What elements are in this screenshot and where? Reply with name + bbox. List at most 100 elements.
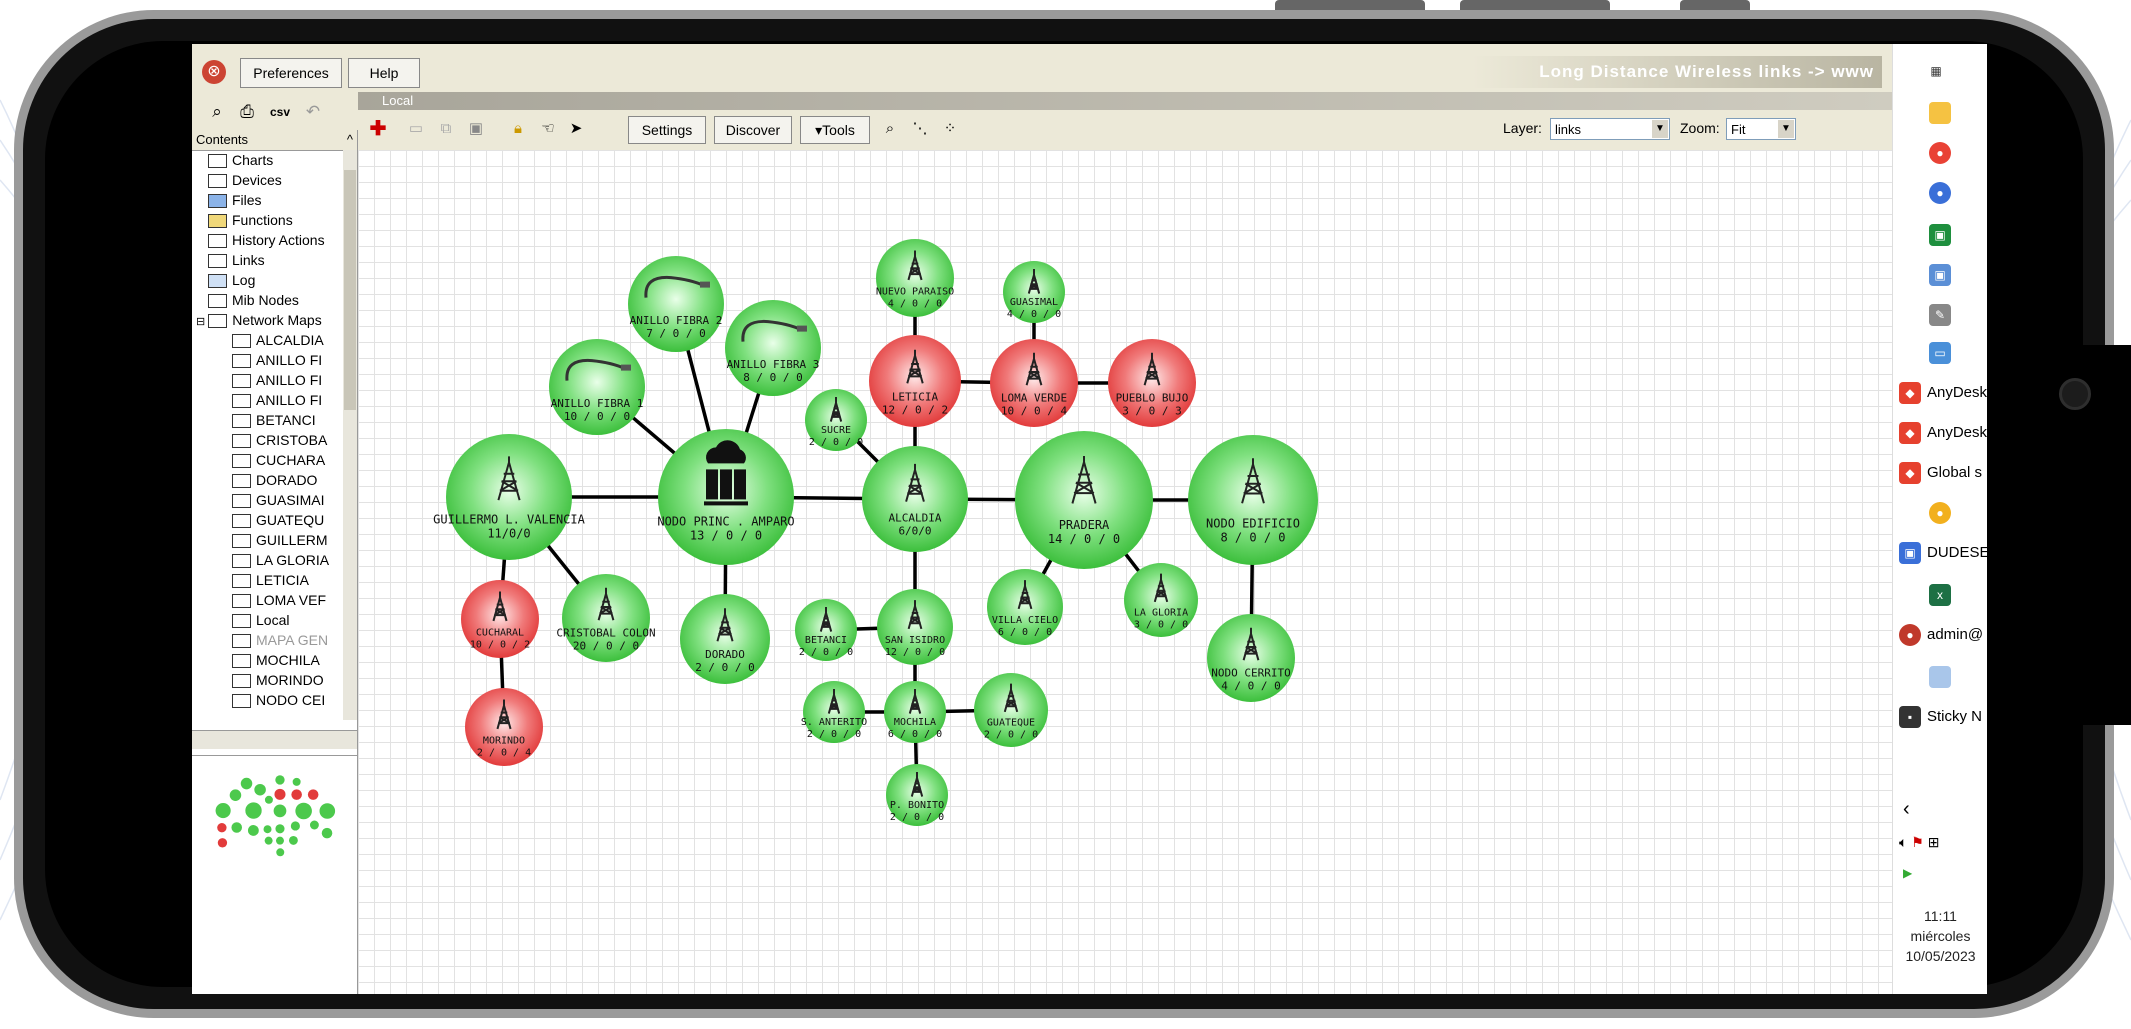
node-circle[interactable] [446, 434, 572, 560]
map-node-cerrito[interactable]: NODO CERRITO4 / 0 / 0 [1207, 614, 1295, 702]
app-icon[interactable]: ▣ [1893, 224, 1987, 246]
map-node-sucre[interactable]: SUCRE2 / 0 / 0 [805, 389, 867, 451]
layer-select[interactable]: links ▼ [1550, 118, 1670, 140]
map-node-pradera[interactable]: PRADERA14 / 0 / 0 [1015, 431, 1153, 569]
chevron-left-icon[interactable]: ‹ [1893, 798, 1987, 821]
lock-icon[interactable]: 🔒︎ [506, 118, 530, 140]
tree-item-log[interactable]: Log [192, 270, 342, 290]
print-icon[interactable]: ⎙ [234, 100, 260, 124]
tree-map-item[interactable]: GUILLERM [192, 530, 342, 550]
tree-map-item-local[interactable]: Local [192, 610, 342, 630]
tree-map-item[interactable]: LOMA VEF [192, 590, 342, 610]
map-node-anillo2[interactable]: ANILLO FIBRA 27 / 0 / 0 [628, 256, 724, 352]
map-node-villa[interactable]: VILLA CIELO6 / 0 / 0 [987, 569, 1063, 645]
map-node-morindo[interactable]: MORINDO2 / 0 / 4 [465, 688, 543, 766]
network-map-canvas[interactable]: NODO PRINC . AMPARO 13 / 0 / 0 GUILLERMO L… [358, 150, 1892, 994]
network-tray-icon[interactable]: ⊞ [1928, 834, 1940, 850]
map-node-cristobal[interactable]: CRISTOBAL COLON20 / 0 / 0 [556, 574, 656, 662]
flag-icon[interactable]: ⚑ [1911, 834, 1924, 850]
node-circle[interactable] [1015, 431, 1153, 569]
map-node-anterito[interactable]: S. ANTERITO2 / 0 / 0 [801, 681, 867, 743]
tree-item-links[interactable]: Links [192, 250, 342, 270]
map-node-mochila[interactable]: MOCHILA6 / 0 / 0 [884, 681, 946, 743]
expand-icon[interactable]: ⊟ [196, 316, 205, 328]
map-node-edificio[interactable]: NODO EDIFICIO8 / 0 / 0 [1188, 435, 1318, 565]
map-node-guateque[interactable]: GUATEQUE2 / 0 / 0 [974, 673, 1048, 747]
map-node-anillo1[interactable]: ANILLO FIBRA 110 / 0 / 0 [549, 339, 645, 435]
tree-item-charts[interactable]: Charts [192, 150, 342, 170]
browser-icon[interactable]: ● [1893, 182, 1987, 204]
chrome-icon[interactable]: ● [1893, 142, 1987, 164]
layout-icon[interactable]: ⋱ [908, 118, 932, 140]
preferences-button[interactable]: Preferences [240, 58, 342, 88]
excel-icon[interactable]: x [1893, 584, 1987, 606]
map-overview-minimap[interactable] [192, 755, 357, 866]
map-node-nodo-princ[interactable]: NODO PRINC . AMPARO13 / 0 / 0 [657, 429, 795, 565]
disconnect-icon[interactable]: ⊗ [202, 60, 226, 84]
tree-map-item[interactable]: DORADO [192, 470, 342, 490]
map-node-dorado[interactable]: DORADO2 / 0 / 0 [680, 594, 770, 684]
map-node-guasimal[interactable]: GUASIMAL4 / 0 / 0 [1003, 261, 1065, 323]
node-circle[interactable] [1188, 435, 1318, 565]
tree-map-item[interactable]: MOCHILA [192, 650, 342, 670]
discover-button[interactable]: Discover [714, 116, 792, 144]
paste-icon[interactable]: ▣ [464, 118, 488, 140]
map-node-gloria[interactable]: LA GLORIA3 / 0 / 0 [1124, 563, 1198, 637]
tree-map-item[interactable]: LA GLORIA [192, 550, 342, 570]
notepad-icon[interactable]: ✎ [1893, 304, 1987, 326]
binoculars-icon[interactable]: ⌕ [204, 100, 230, 124]
anydesk-task-1[interactable]: ◆ AnyDesk [1893, 382, 1987, 404]
global-task[interactable]: ◆ Global s [1893, 462, 1987, 484]
collapse-icon[interactable]: ^ [347, 130, 353, 150]
remove-icon[interactable]: ▭ [404, 118, 428, 140]
zoom-select[interactable]: Fit ▼ [1726, 118, 1796, 140]
tree-map-item[interactable]: NODO CEI [192, 690, 342, 710]
settings-button[interactable]: Settings [628, 116, 706, 144]
admin-task[interactable]: ● admin@ [1893, 624, 1987, 646]
tree-item-network-maps[interactable]: ⊟ Network Maps [192, 310, 342, 330]
tree-item-mib[interactable]: Mib Nodes [192, 290, 342, 310]
tree-map-item[interactable]: MAPA GEN [192, 630, 342, 650]
copy-icon[interactable]: ⧉ [434, 118, 458, 140]
map-node-guillermo[interactable]: GUILLERMO L. VALENCIA11/0/0 [433, 434, 586, 560]
chevron-down-icon[interactable]: ▼ [1652, 120, 1668, 138]
tree-map-item[interactable]: LETICIA [192, 570, 342, 590]
tree-map-item[interactable]: MORINDO [192, 670, 342, 690]
tree-map-item[interactable]: ANILLO FI [192, 370, 342, 390]
map-node-nuevo[interactable]: NUEVO PARAISO4 / 0 / 0 [876, 239, 954, 317]
tray-icons[interactable]: 🔈︎ ⚑ ⊞ [1893, 834, 1987, 851]
system-clock[interactable]: 11:11 miércoles 10/05/2023 [1893, 906, 1987, 966]
tree-map-item[interactable]: ANILLO FI [192, 390, 342, 410]
map-node-betanci[interactable]: BETANCI2 / 0 / 0 [795, 599, 857, 661]
undo-icon[interactable]: ↶ [300, 100, 326, 124]
windows-start-icon[interactable]: ▦ [1893, 62, 1987, 79]
scroll-thumb[interactable] [344, 170, 356, 410]
tree-item-files[interactable]: Files [192, 190, 342, 210]
network-icon[interactable]: ▣ [1893, 264, 1987, 286]
add-icon[interactable]: ✚ [366, 118, 390, 140]
tree-item-devices[interactable]: Devices [192, 170, 342, 190]
tree-map-item[interactable]: ANILLO FI [192, 350, 342, 370]
map-node-cucharal[interactable]: CUCHARAL10 / 0 / 2 [461, 580, 539, 658]
pointer-icon[interactable]: ➤ [564, 118, 588, 140]
map-node-alcaldia[interactable]: ALCALDIA6/0/0 [862, 446, 968, 552]
find-icon[interactable]: ⌕ [878, 118, 902, 140]
tools-button[interactable]: ▾Tools [800, 116, 870, 144]
play-icon[interactable]: ▶ [1893, 866, 1987, 880]
map-node-leticia[interactable]: LETICIA12 / 0 / 2 [869, 335, 961, 427]
tree-map-item[interactable]: GUATEQU [192, 510, 342, 530]
document-icon[interactable] [1893, 666, 1987, 688]
tree-map-item[interactable]: GUASIMAI [192, 490, 342, 510]
tree-map-item[interactable]: CRISTOBA [192, 430, 342, 450]
tree-map-item[interactable]: CUCHARA [192, 450, 342, 470]
chrome-icon[interactable]: ● [1893, 502, 1987, 524]
anydesk-task-2[interactable]: ◆ AnyDesk [1893, 422, 1987, 444]
csv-export-button[interactable]: csv [264, 100, 296, 124]
volume-icon[interactable]: 🔈︎ [1899, 834, 1907, 850]
map-node-anillo3[interactable]: ANILLO FIBRA 38 / 0 / 0 [725, 300, 821, 396]
tree-map-item[interactable]: ALCALDIA [192, 330, 342, 350]
tree-hscrollbar[interactable] [192, 730, 357, 749]
sticky-notes-task[interactable]: ▪ Sticky N [1893, 706, 1987, 728]
map-node-bonito[interactable]: P. BONITO2 / 0 / 0 [886, 764, 948, 826]
map-node-loma[interactable]: LOMA VERDE10 / 0 / 4 [990, 339, 1078, 427]
